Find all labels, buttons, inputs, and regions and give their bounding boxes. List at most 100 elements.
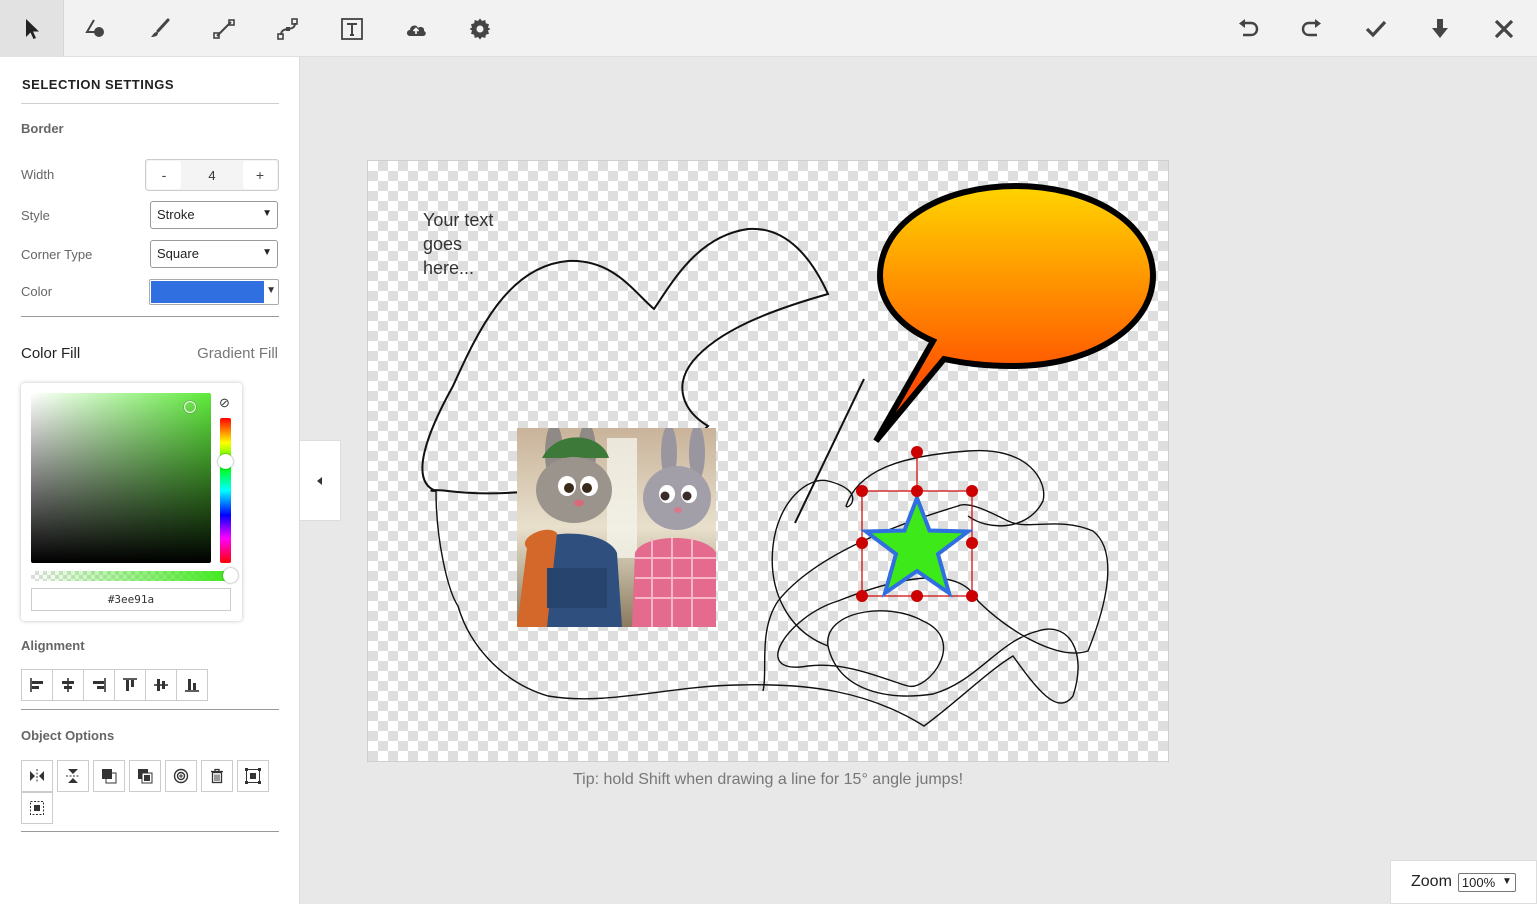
resize-handle-ne[interactable] [966, 485, 978, 497]
rotation-handle[interactable] [911, 446, 923, 458]
align-top-icon [123, 678, 137, 691]
close-button[interactable] [1472, 0, 1536, 57]
delete-icon [211, 768, 223, 784]
undo-icon [1239, 18, 1259, 36]
top-toolbar [0, 0, 1537, 57]
align-left-button[interactable] [21, 669, 53, 701]
settings-tool[interactable] [448, 0, 512, 57]
align-middle-vertical-button[interactable] [145, 669, 177, 701]
duplicate-icon [173, 768, 189, 784]
checkmark-icon [1365, 20, 1387, 37]
object-options-buttons [21, 760, 273, 792]
flip-vertical-icon [66, 769, 80, 783]
divider [21, 103, 279, 104]
line-tool[interactable] [192, 0, 256, 57]
tab-color-fill[interactable]: Color Fill [21, 345, 80, 362]
fit-to-canvas-icon [245, 768, 261, 784]
object-options-heading: Object Options [21, 728, 115, 743]
border-color-picker[interactable]: ▼ [149, 279, 279, 305]
canvas-text-box[interactable]: Your text goes here... [423, 208, 513, 280]
resize-handle-s[interactable] [911, 590, 923, 602]
drawing-canvas[interactable]: Your text goes here... [367, 160, 1169, 762]
shapes-icon [85, 18, 104, 37]
shape-tool[interactable] [64, 0, 128, 57]
align-top-button[interactable] [114, 669, 146, 701]
flip-vertical-button[interactable] [57, 760, 89, 792]
center-object-button[interactable] [21, 792, 53, 824]
cloud-upload-icon [407, 25, 426, 36]
corner-type-value: Square [157, 246, 199, 261]
redo-icon [1301, 18, 1321, 36]
bring-forward-button[interactable] [93, 760, 125, 792]
zoom-control: Zoom 100% ▼ [1390, 860, 1537, 904]
align-center-horizontal-button[interactable] [52, 669, 84, 701]
align-bottom-icon [185, 679, 199, 692]
send-backward-button[interactable] [129, 760, 161, 792]
divider [21, 709, 279, 710]
resize-handle-sw[interactable] [856, 590, 868, 602]
resize-handle-n[interactable] [911, 485, 923, 497]
chevron-down-icon: ▼ [266, 285, 276, 296]
zoom-select[interactable]: 100% ▼ [1457, 872, 1516, 892]
no-color-icon[interactable]: ⊘ [219, 395, 230, 411]
tab-gradient-fill[interactable]: Gradient Fill [197, 345, 278, 362]
flip-horizontal-button[interactable] [21, 760, 53, 792]
line-icon [213, 18, 235, 39]
caret-left-icon [317, 476, 322, 485]
hue-slider[interactable] [220, 418, 231, 563]
border-heading: Border [21, 121, 64, 136]
zoom-value: 100% [1461, 874, 1496, 890]
flip-horizontal-icon [30, 769, 44, 783]
align-middle-vertical-icon [154, 679, 168, 691]
download-button[interactable] [1408, 0, 1472, 57]
align-left-icon [30, 678, 43, 692]
alpha-slider-handle[interactable] [223, 568, 238, 583]
fit-to-canvas-button[interactable] [237, 760, 269, 792]
download-arrow-icon [1432, 18, 1448, 38]
path-tool[interactable] [256, 0, 320, 57]
align-right-button[interactable] [83, 669, 115, 701]
collapse-panel-button[interactable] [300, 440, 341, 521]
duplicate-button[interactable] [165, 760, 197, 792]
resize-handle-nw[interactable] [856, 485, 868, 497]
bunny-photo[interactable] [517, 428, 716, 627]
width-label: Width [21, 167, 55, 182]
upload-tool[interactable] [384, 0, 448, 57]
style-label: Style [21, 208, 50, 223]
undo-button[interactable] [1216, 0, 1280, 57]
chevron-down-icon: ▼ [262, 208, 272, 219]
resize-handle-se[interactable] [966, 590, 978, 602]
color-picker: ⊘ #3ee91a [21, 383, 242, 621]
center-object-icon [30, 801, 44, 815]
border-style-value: Stroke [157, 207, 195, 222]
saturation-value-cursor[interactable] [184, 401, 196, 413]
selection-settings-panel: SELECTION SETTINGS Border Width - 4 + St… [0, 57, 300, 904]
apply-button[interactable] [1344, 0, 1408, 57]
align-bottom-button[interactable] [176, 669, 208, 701]
select-tool[interactable] [0, 0, 64, 57]
width-increment-button[interactable]: + [243, 161, 277, 189]
resize-handle-e[interactable] [966, 537, 978, 549]
corner-type-label: Corner Type [21, 247, 93, 262]
redo-button[interactable] [1280, 0, 1344, 57]
brush-tool[interactable] [128, 0, 192, 57]
text-tool[interactable] [320, 0, 384, 57]
object-options-buttons-row2 [21, 792, 57, 824]
width-value[interactable]: 4 [182, 168, 242, 183]
chevron-down-icon: ▼ [262, 247, 272, 258]
alpha-slider[interactable] [31, 571, 231, 581]
divider [21, 831, 279, 832]
border-style-select[interactable]: Stroke ▼ [150, 201, 278, 229]
border-color-swatch [151, 281, 264, 303]
color-label: Color [21, 284, 53, 299]
border-width-stepper: - 4 + [145, 159, 279, 191]
saturation-value-area[interactable] [31, 393, 211, 563]
hue-slider-handle[interactable] [218, 454, 233, 469]
corner-type-select[interactable]: Square ▼ [150, 240, 278, 268]
hex-color-input[interactable]: #3ee91a [31, 588, 231, 611]
close-icon [1494, 19, 1514, 38]
resize-handle-w[interactable] [856, 537, 868, 549]
cursor-arrow-icon [25, 18, 39, 39]
delete-button[interactable] [201, 760, 233, 792]
width-decrement-button[interactable]: - [147, 161, 181, 189]
